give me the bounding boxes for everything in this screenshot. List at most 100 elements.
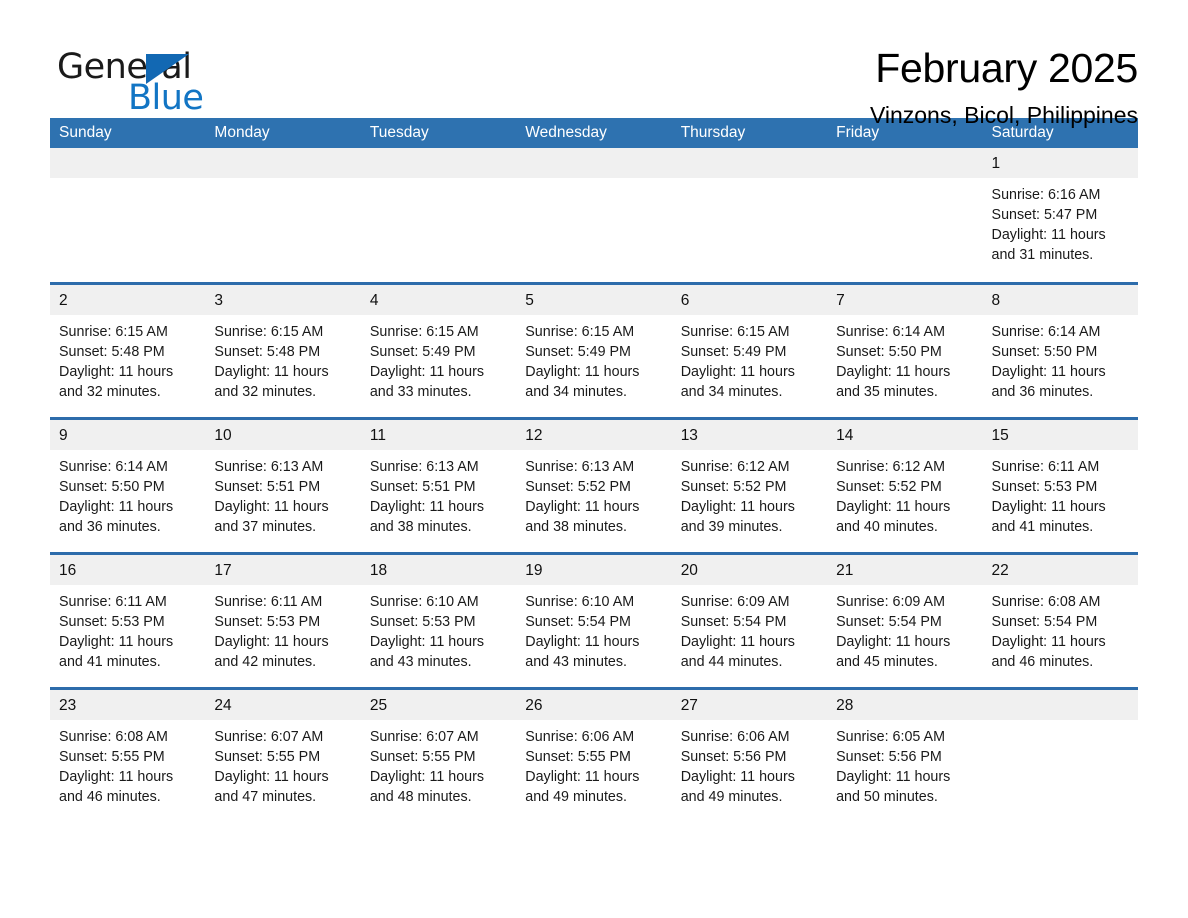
- calendar-day-cell[interactable]: 14 Sunrise: 6:12 AM Sunset: 5:52 PM Dayligh…: [827, 416, 983, 553]
- sunrise-text: Sunrise: 6:08 AM: [59, 728, 168, 745]
- page-title: February 2025: [875, 45, 1138, 91]
- calendar-day-cell[interactable]: 8 Sunrise: 6:14 AM Sunset: 5:50 PM Daylight…: [982, 281, 1138, 418]
- day-number: 6: [671, 284, 828, 315]
- day-number: 23: [50, 689, 206, 720]
- daylight-text-line1: Daylight: 11 hours: [214, 363, 329, 380]
- daylight-text-line1: Daylight: 11 hours: [680, 633, 795, 650]
- calendar-day-cell[interactable]: 2 Sunrise: 6:15 AM Sunset: 5:48 PM Daylight…: [50, 281, 206, 418]
- day-number: 15: [982, 419, 1138, 450]
- day-number: 8: [982, 284, 1138, 315]
- day-number: 22: [982, 554, 1138, 585]
- calendar-week-row: 9 Sunrise: 6:14 AM Sunset: 5:50 PM Daylight…: [50, 416, 1138, 553]
- calendar-day-cell[interactable]: 28 Sunrise: 6:05 AM Sunset: 5:56 PM Dayligh…: [827, 686, 983, 823]
- sunset-text: Sunset: 5:49 PM: [525, 343, 631, 360]
- day-details: Sunrise: 6:09 AM Sunset: 5:54 PM Daylight:…: [827, 585, 982, 672]
- calendar-day-cell-empty: [50, 148, 206, 283]
- sunset-text: Sunset: 5:56 PM: [836, 748, 942, 765]
- weekday-header-sunday: Sunday: [50, 118, 206, 148]
- sunset-text: Sunset: 5:54 PM: [836, 613, 942, 630]
- calendar-day-cell[interactable]: 25 Sunrise: 6:07 AM Sunset: 5:55 PM Dayligh…: [360, 686, 517, 823]
- daylight-text-line1: Daylight: 11 hours: [214, 768, 329, 785]
- generalblue-logo[interactable]: General Blue: [50, 46, 260, 118]
- sunrise-text: Sunrise: 6:15 AM: [680, 323, 790, 340]
- calendar-day-cell[interactable]: 13 Sunrise: 6:12 AM Sunset: 5:52 PM Dayligh…: [671, 416, 828, 553]
- daylight-text-line1: Daylight: 11 hours: [214, 498, 329, 515]
- day-number: 26: [516, 689, 672, 720]
- calendar-day-cell[interactable]: 6 Sunrise: 6:15 AM Sunset: 5:49 PM Daylight…: [671, 281, 828, 418]
- day-number: 7: [827, 284, 983, 315]
- day-details: Sunrise: 6:09 AM Sunset: 5:54 PM Daylight:…: [672, 585, 827, 672]
- sunset-text: Sunset: 5:49 PM: [369, 343, 476, 360]
- daylight-text-line1: Daylight: 11 hours: [214, 633, 329, 650]
- day-details: Sunrise: 6:15 AM Sunset: 5:49 PM Daylight:…: [516, 315, 671, 402]
- calendar-day-cell[interactable]: 22 Sunrise: 6:08 AM Sunset: 5:54 PM Dayligh…: [982, 551, 1138, 688]
- calendar-day-cell[interactable]: 17 Sunrise: 6:11 AM Sunset: 5:53 PM Dayligh…: [205, 551, 361, 688]
- sunrise-text: Sunrise: 6:05 AM: [836, 728, 945, 745]
- calendar-day-cell[interactable]: 7 Sunrise: 6:14 AM Sunset: 5:50 PM Daylight…: [827, 281, 983, 418]
- page-header: General Blue February 2025 Vinzons, Bico…: [50, 0, 1138, 129]
- calendar-day-cell[interactable]: 27 Sunrise: 6:06 AM Sunset: 5:56 PM Dayligh…: [671, 686, 828, 823]
- daylight-text-line2: and 40 minutes.: [836, 518, 938, 535]
- weekday-header-monday: Monday: [205, 118, 361, 148]
- calendar-day-cell[interactable]: 16 Sunrise: 6:11 AM Sunset: 5:53 PM Dayligh…: [50, 551, 206, 688]
- day-details: Sunrise: 6:16 AM Sunset: 5:47 PM Daylight:…: [983, 178, 1138, 265]
- daylight-text-line2: and 48 minutes.: [369, 788, 472, 805]
- daylight-text-line1: Daylight: 11 hours: [369, 633, 485, 650]
- calendar-day-cell[interactable]: 20 Sunrise: 6:09 AM Sunset: 5:54 PM Dayligh…: [671, 551, 828, 688]
- sunset-text: Sunset: 5:51 PM: [214, 478, 321, 495]
- day-number: [360, 148, 517, 178]
- calendar-day-cell[interactable]: 24 Sunrise: 6:07 AM Sunset: 5:55 PM Dayligh…: [205, 686, 361, 823]
- daylight-text-line2: and 35 minutes.: [836, 383, 938, 400]
- calendar-day-cell[interactable]: 3 Sunrise: 6:15 AM Sunset: 5:48 PM Daylight…: [205, 281, 361, 418]
- sunset-text: Sunset: 5:56 PM: [680, 748, 787, 765]
- daylight-text-line2: and 41 minutes.: [59, 653, 161, 670]
- sunrise-text: Sunrise: 6:12 AM: [680, 458, 790, 475]
- calendar-day-cell[interactable]: 12 Sunrise: 6:13 AM Sunset: 5:52 PM Dayligh…: [516, 416, 672, 553]
- day-number: 25: [360, 689, 517, 720]
- sunrise-text: Sunrise: 6:08 AM: [991, 593, 1101, 610]
- day-details: Sunrise: 6:12 AM Sunset: 5:52 PM Daylight:…: [827, 450, 982, 537]
- day-details: Sunrise: 6:12 AM Sunset: 5:52 PM Daylight:…: [672, 450, 827, 537]
- sunset-text: Sunset: 5:55 PM: [59, 748, 165, 765]
- sunrise-text: Sunrise: 6:15 AM: [214, 323, 324, 340]
- daylight-text-line2: and 45 minutes.: [836, 653, 938, 670]
- sunset-text: Sunset: 5:55 PM: [525, 748, 631, 765]
- calendar-day-cell[interactable]: 26 Sunrise: 6:06 AM Sunset: 5:55 PM Dayligh…: [516, 686, 672, 823]
- calendar-day-cell[interactable]: 15 Sunrise: 6:11 AM Sunset: 5:53 PM Dayligh…: [982, 416, 1138, 553]
- calendar-day-cell[interactable]: 18 Sunrise: 6:10 AM Sunset: 5:53 PM Dayligh…: [360, 551, 517, 688]
- sunrise-sunset-calendar: Sunday Monday Tuesday Wednesday Thursday…: [50, 118, 1138, 823]
- title-block: February 2025 Vinzons, Bicol, Philippine…: [870, 46, 1138, 130]
- daylight-text-line1: Daylight: 11 hours: [369, 498, 485, 515]
- daylight-text-line2: and 46 minutes.: [59, 788, 161, 805]
- calendar-day-cell[interactable]: 11 Sunrise: 6:13 AM Sunset: 5:51 PM Dayligh…: [360, 416, 517, 553]
- calendar-day-cell[interactable]: 9 Sunrise: 6:14 AM Sunset: 5:50 PM Daylight…: [50, 416, 206, 553]
- day-number: 10: [205, 419, 361, 450]
- day-number: 24: [205, 689, 361, 720]
- daylight-text-line2: and 31 minutes.: [991, 247, 1094, 263]
- calendar-day-cell[interactable]: 21 Sunrise: 6:09 AM Sunset: 5:54 PM Dayligh…: [827, 551, 983, 688]
- daylight-text-line2: and 34 minutes.: [525, 383, 627, 400]
- day-number: [205, 148, 361, 178]
- calendar-body: 1 Sunrise: 6:16 AM Sunset: 5:47 PM Daylight…: [50, 148, 1138, 823]
- daylight-text-line2: and 34 minutes.: [680, 383, 783, 400]
- sunset-text: Sunset: 5:50 PM: [59, 478, 165, 495]
- sunrise-text: Sunrise: 6:10 AM: [369, 593, 479, 610]
- day-number: 13: [671, 419, 828, 450]
- sunrise-text: Sunrise: 6:13 AM: [369, 458, 479, 475]
- calendar-week-row: 1 Sunrise: 6:16 AM Sunset: 5:47 PM Daylight…: [50, 148, 1138, 283]
- daylight-text-line2: and 32 minutes.: [59, 383, 161, 400]
- calendar-day-cell-empty: [671, 148, 828, 283]
- calendar-day-cell[interactable]: 4 Sunrise: 6:15 AM Sunset: 5:49 PM Daylight…: [360, 281, 517, 418]
- sunrise-text: Sunrise: 6:11 AM: [59, 593, 167, 610]
- calendar-day-cell[interactable]: 10 Sunrise: 6:13 AM Sunset: 5:51 PM Dayligh…: [205, 416, 361, 553]
- day-details: Sunrise: 6:07 AM Sunset: 5:55 PM Daylight:…: [361, 720, 516, 807]
- sunrise-text: Sunrise: 6:11 AM: [214, 593, 323, 610]
- calendar-day-cell[interactable]: 1 Sunrise: 6:16 AM Sunset: 5:47 PM Daylight…: [982, 148, 1138, 283]
- calendar-day-cell[interactable]: 19 Sunrise: 6:10 AM Sunset: 5:54 PM Dayligh…: [516, 551, 672, 688]
- sunset-text: Sunset: 5:50 PM: [991, 343, 1098, 360]
- calendar-day-cell[interactable]: 23 Sunrise: 6:08 AM Sunset: 5:55 PM Dayligh…: [50, 686, 206, 823]
- sunrise-text: Sunrise: 6:13 AM: [525, 458, 635, 475]
- sunset-text: Sunset: 5:52 PM: [836, 478, 942, 495]
- calendar-day-cell[interactable]: 5 Sunrise: 6:15 AM Sunset: 5:49 PM Daylight…: [516, 281, 672, 418]
- sunset-text: Sunset: 5:48 PM: [214, 343, 321, 360]
